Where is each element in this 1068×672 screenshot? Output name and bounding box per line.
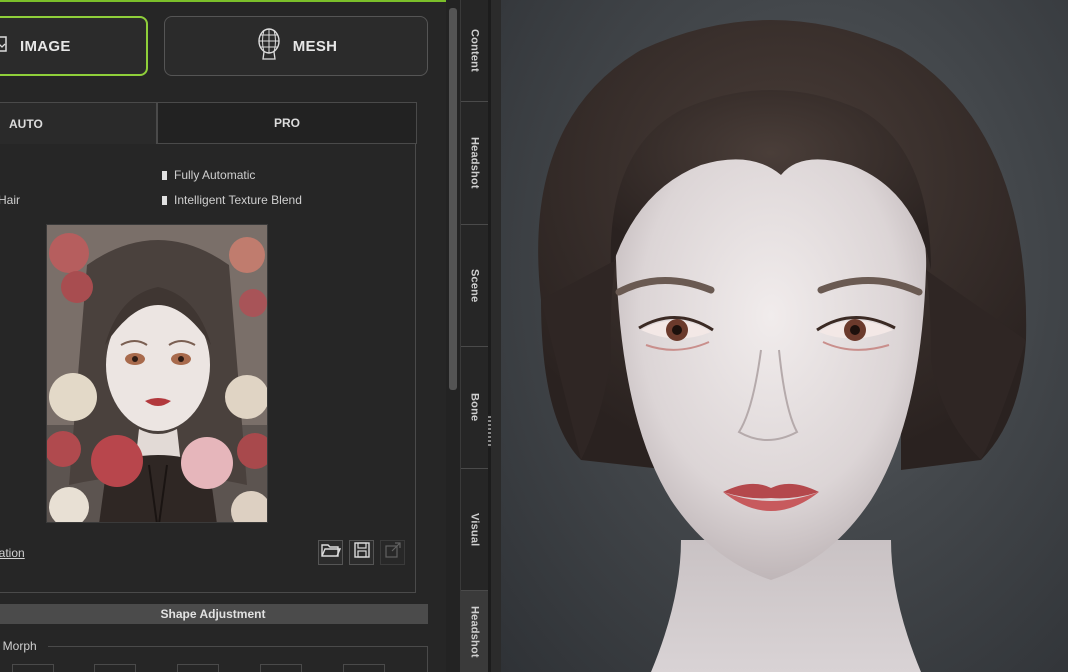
feature-texture-blend: Intelligent Texture Blend xyxy=(162,193,302,207)
tab-auto[interactable]: AUTO xyxy=(0,102,157,144)
shape-adjustment-header[interactable]: Shape Adjustment xyxy=(0,604,428,624)
image-mode-button[interactable]: IMAGE xyxy=(0,16,148,76)
image-mode-label: IMAGE xyxy=(20,37,71,55)
side-tab-label: Visual xyxy=(468,512,481,547)
preparation-link[interactable]: aration xyxy=(0,546,25,560)
export-icon xyxy=(384,542,401,563)
feature-fully-automatic: Fully Automatic xyxy=(162,168,255,182)
side-tab-label: Bone xyxy=(468,393,481,422)
headshot-panel: IMAGE MESH AUTO PRO Hair Fully Automatic… xyxy=(0,0,446,672)
side-tab-label: Headshot xyxy=(468,137,481,189)
open-folder-button[interactable] xyxy=(318,540,343,565)
feature-hair: Hair xyxy=(0,193,20,207)
save-button[interactable] xyxy=(349,540,374,565)
group-border xyxy=(48,646,428,647)
mesh-mode-label: MESH xyxy=(292,37,338,55)
side-tab-label: Content xyxy=(468,29,481,72)
side-tab-label: Scene xyxy=(468,268,481,303)
side-tab-strip: Content Headshot Scene Bone Visual Heads… xyxy=(460,0,488,672)
shape-adjustment-label: Shape Adjustment xyxy=(160,607,266,621)
head-render xyxy=(538,20,1027,672)
folder-open-icon xyxy=(320,542,341,563)
3d-viewport[interactable] xyxy=(501,0,1068,672)
head-mesh-icon xyxy=(255,28,283,64)
feature-texture-blend-label: Intelligent Texture Blend xyxy=(174,193,302,207)
morph-slot[interactable] xyxy=(12,664,54,672)
morph-slot[interactable] xyxy=(94,664,136,672)
image-icon xyxy=(0,33,10,59)
group-border xyxy=(427,646,428,672)
mesh-mode-button[interactable]: MESH xyxy=(164,16,428,76)
side-tab-scene[interactable]: Scene xyxy=(461,225,488,347)
side-tab-visual[interactable]: Visual xyxy=(461,469,488,591)
side-tab-bone[interactable]: Bone xyxy=(461,347,488,469)
side-tab-label: Headshot xyxy=(468,605,481,658)
save-icon xyxy=(353,542,370,563)
feature-hair-label: Hair xyxy=(0,193,21,207)
side-tab-headshot-active[interactable]: Headshot xyxy=(461,591,488,672)
scrollbar-thumb[interactable] xyxy=(449,8,457,390)
mode-tabs: AUTO PRO xyxy=(0,102,417,144)
morph-slot[interactable] xyxy=(260,664,302,672)
bullet-icon xyxy=(162,170,167,180)
morph-slot[interactable] xyxy=(343,664,385,672)
panel-splitter[interactable] xyxy=(491,0,501,672)
side-tab-headshot[interactable]: Headshot xyxy=(461,102,488,225)
panel-accent-line xyxy=(0,0,446,2)
morph-slot[interactable] xyxy=(177,664,219,672)
morph-group-label: t Morph xyxy=(0,639,37,653)
reference-portrait-image xyxy=(46,224,268,523)
export-button[interactable] xyxy=(380,540,405,565)
feature-fully-automatic-label: Fully Automatic xyxy=(174,168,256,182)
bullet-icon xyxy=(162,195,167,205)
tab-pro[interactable]: PRO xyxy=(157,102,417,144)
side-tab-content[interactable]: Content xyxy=(461,0,488,102)
